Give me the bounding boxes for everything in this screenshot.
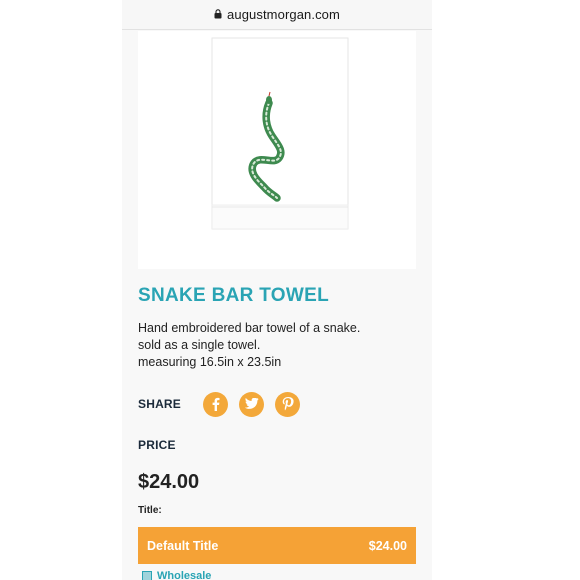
product-price: $24.00 <box>138 471 200 493</box>
product-image[interactable] <box>138 31 416 269</box>
wholesale-link[interactable]: Wholesale <box>142 570 211 580</box>
facebook-icon[interactable] <box>203 391 229 417</box>
twitter-icon[interactable] <box>239 391 265 417</box>
mobile-viewport: augustmorgan.com SNAKE BAR TOWEL Hand em… <box>122 0 432 580</box>
pinterest-icon[interactable] <box>275 391 301 417</box>
url-text: augustmorgan.com <box>227 7 340 22</box>
price-label: PRICE <box>138 438 176 452</box>
right-margin <box>432 0 580 580</box>
share-label: SHARE <box>138 397 182 411</box>
address-bar[interactable]: augustmorgan.com <box>122 0 432 30</box>
product-page: SNAKE BAR TOWEL Hand embroidered bar tow… <box>122 31 432 580</box>
product-title: SNAKE BAR TOWEL <box>138 285 329 306</box>
wholesale-icon <box>142 571 152 580</box>
product-description: Hand embroidered bar towel of a snake. s… <box>138 320 418 371</box>
description-line: measuring 16.5in x 23.5in <box>138 355 282 369</box>
left-margin <box>0 0 122 580</box>
towel-illustration <box>211 37 349 230</box>
variant-select-button[interactable]: Default Title $24.00 <box>138 527 416 564</box>
variant-title-label: Title: <box>138 505 162 516</box>
wholesale-label: Wholesale <box>157 570 212 580</box>
variant-price: $24.00 <box>368 538 407 553</box>
description-line: sold as a single towel. <box>138 338 261 352</box>
lock-icon <box>214 6 222 24</box>
description-line: Hand embroidered bar towel of a snake. <box>138 321 361 335</box>
share-row: SHARE <box>138 391 311 417</box>
variant-name: Default Title <box>147 538 219 553</box>
